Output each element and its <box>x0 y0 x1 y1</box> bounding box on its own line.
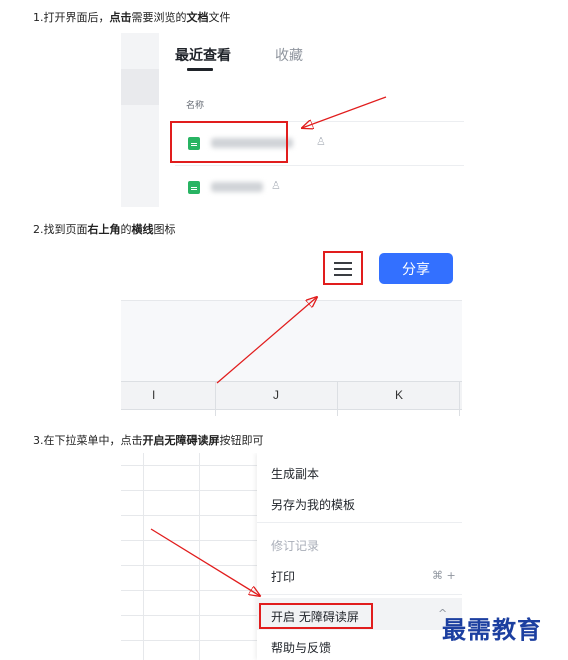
annotation-arrows <box>150 96 387 660</box>
arrow-step-1 <box>302 96 387 128</box>
arrow-step-2 <box>216 297 317 384</box>
arrow-step-3 <box>150 528 260 596</box>
watermark-logo: 最需教育 <box>442 615 542 644</box>
